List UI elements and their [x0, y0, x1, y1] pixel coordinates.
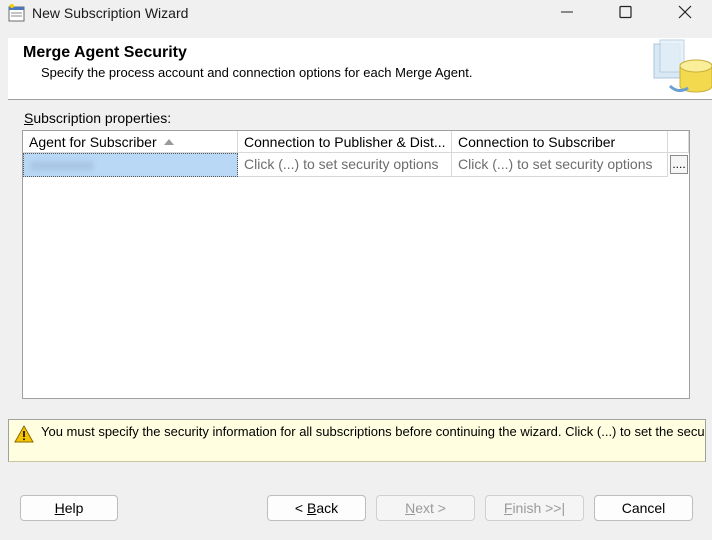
warning-icon [14, 425, 34, 443]
agent-cell[interactable] [23, 153, 238, 177]
warning-bar: You must specify the security informatio… [8, 419, 706, 462]
help-accelerator: H [54, 500, 65, 516]
cancel-button[interactable]: Cancel [594, 495, 693, 521]
help-button[interactable]: Help [20, 495, 118, 521]
next-button[interactable]: Next > [376, 495, 475, 521]
label-accelerator: S [24, 110, 34, 126]
maximize-button[interactable] [596, 0, 654, 26]
wizard-app-icon [7, 3, 27, 23]
page-subtitle: Specify the process account and connecti… [41, 65, 473, 80]
column-header-publisher[interactable]: Connection to Publisher & Dist... [238, 131, 452, 153]
publisher-connection-cell[interactable]: Click (...) to set security options [238, 153, 452, 177]
label-text: ubscription properties: [33, 110, 172, 126]
sort-ascending-icon [164, 139, 174, 145]
maximize-icon [619, 5, 632, 19]
redacted-agent-name [30, 161, 94, 171]
close-icon [678, 5, 692, 19]
next-accelerator: N [405, 500, 416, 516]
warning-message: You must specify the security informatio… [41, 424, 705, 439]
page-title: Merge Agent Security [23, 44, 187, 61]
finish-button[interactable]: Finish >>| [485, 495, 584, 521]
minimize-icon [561, 11, 573, 13]
column-header-subscriber[interactable]: Connection to Subscriber [452, 131, 668, 153]
next-label: ext > [415, 500, 446, 516]
back-prefix: < [294, 500, 307, 516]
column-header-blank [668, 131, 689, 153]
finish-label: inish >>| [512, 500, 566, 516]
subscription-properties-label: Subscription properties: [24, 110, 171, 126]
back-button[interactable]: < Back [267, 495, 366, 521]
help-label: elp [64, 500, 84, 516]
back-label: ack [316, 500, 339, 516]
minimize-button[interactable] [538, 0, 596, 26]
subscription-grid[interactable]: Agent for Subscriber Connection to Publi… [22, 130, 690, 399]
wizard-header: Merge Agent Security Specify the process… [8, 38, 712, 100]
window-title: New Subscription Wizard [32, 5, 189, 21]
security-options-button[interactable]: .... [670, 155, 688, 174]
subscriber-connection-cell[interactable]: Click (...) to set security options [452, 153, 668, 177]
back-accelerator: B [306, 500, 317, 516]
column-header-agent[interactable]: Agent for Subscriber [23, 131, 238, 153]
title-bar: New Subscription Wizard [0, 0, 712, 26]
column-header-agent-label: Agent for Subscriber [29, 134, 157, 150]
database-icon [650, 38, 712, 99]
close-button[interactable] [654, 0, 712, 26]
